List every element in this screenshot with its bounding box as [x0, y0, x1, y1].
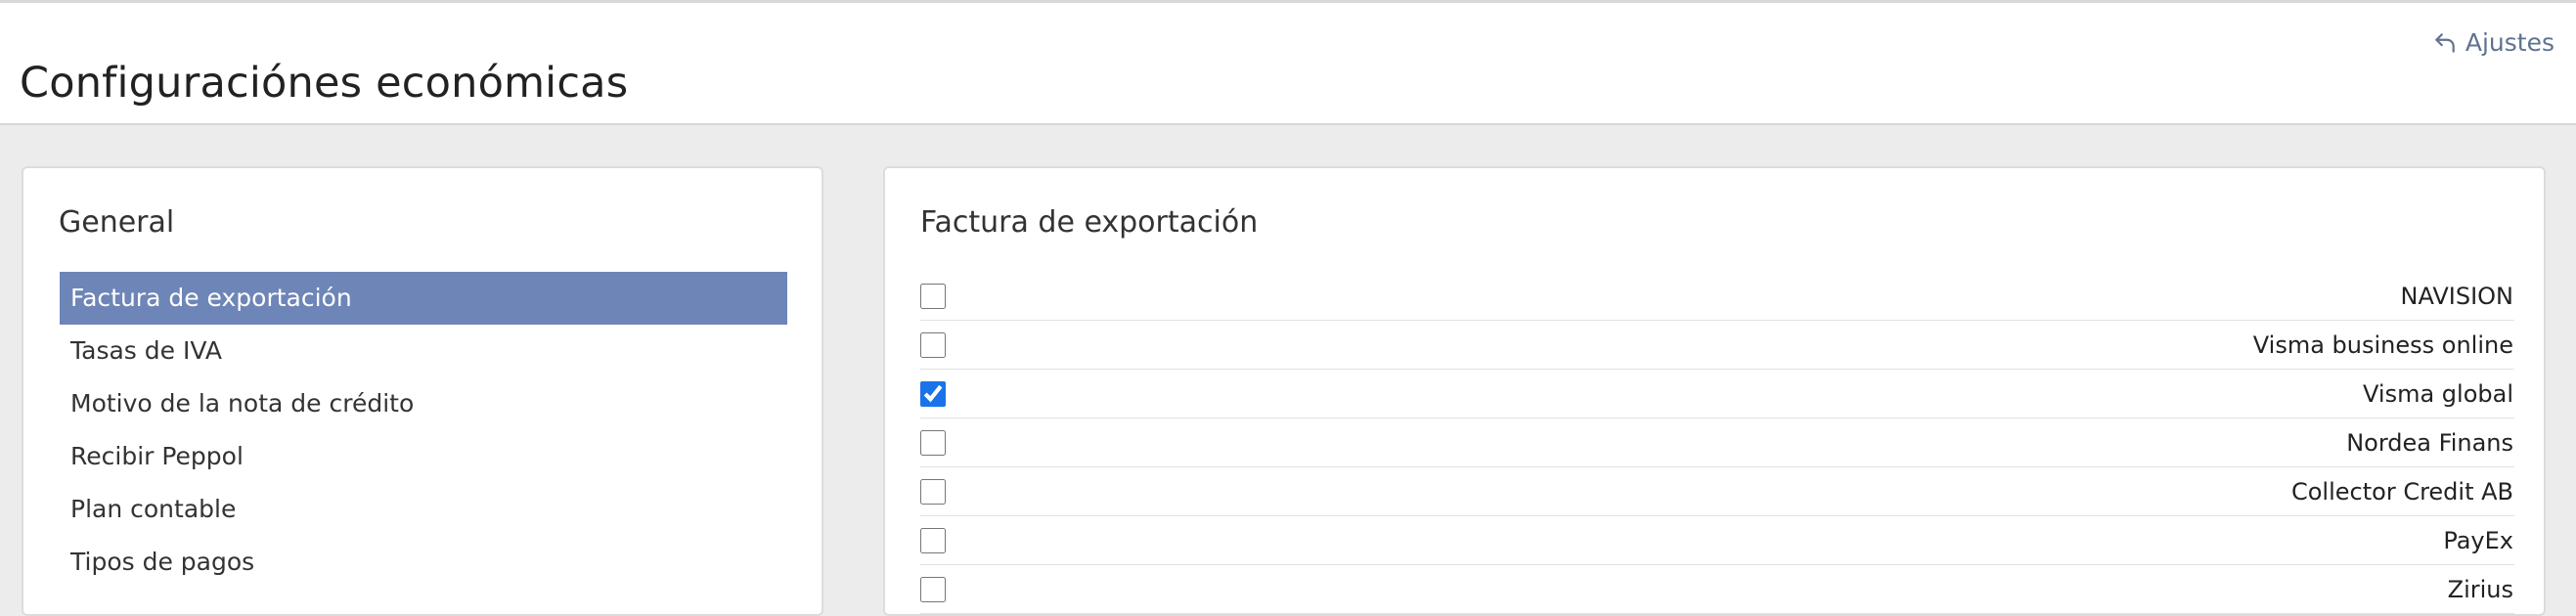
- option-label: Visma global: [2363, 379, 2513, 408]
- option-label: Zirius: [2447, 575, 2513, 603]
- page-header: Configuraciónes económicas Ajustes: [0, 0, 2576, 125]
- option-checkbox[interactable]: [920, 527, 946, 553]
- option-label: Nordea Finans: [2346, 428, 2513, 457]
- general-heading: General: [59, 205, 175, 240]
- page-title: Configuraciónes económicas: [20, 58, 629, 108]
- option-label: NAVISION: [2400, 282, 2514, 310]
- general-panel: General Factura de exportación Tasas de …: [22, 166, 823, 616]
- option-checkbox[interactable]: [920, 478, 946, 505]
- option-checkbox[interactable]: [920, 380, 946, 407]
- option-label: Collector Credit AB: [2290, 477, 2513, 506]
- menu-item-receive-peppol[interactable]: Recibir Peppol: [60, 430, 787, 483]
- menu-item-chart-of-accounts[interactable]: Plan contable: [60, 483, 787, 536]
- option-checkbox[interactable]: [920, 331, 946, 358]
- option-label: PayEx: [2443, 526, 2513, 554]
- option-row: Zirius: [920, 565, 2514, 614]
- undo-arrow-icon: [2435, 32, 2455, 53]
- export-invoice-panel: Factura de exportación NAVISION Visma bu…: [883, 166, 2546, 616]
- option-checkbox[interactable]: [920, 283, 946, 309]
- settings-link[interactable]: Ajustes: [2432, 28, 2554, 57]
- option-checkbox[interactable]: [920, 576, 946, 602]
- option-row: NAVISION: [920, 272, 2514, 321]
- settings-link-label: Ajustes: [2465, 28, 2554, 57]
- option-row: Visma global: [920, 370, 2514, 418]
- general-menu: Factura de exportación Tasas de IVA Moti…: [60, 272, 787, 589]
- menu-item-vat-rates[interactable]: Tasas de IVA: [60, 325, 787, 377]
- option-label: Visma business online: [2252, 330, 2513, 359]
- option-checkbox[interactable]: [920, 429, 946, 456]
- option-row: Nordea Finans: [920, 418, 2514, 467]
- option-row: Visma business online: [920, 321, 2514, 370]
- export-invoice-heading: Factura de exportación: [920, 205, 1259, 240]
- menu-item-payment-types[interactable]: Tipos de pagos: [60, 536, 787, 589]
- option-row: PayEx: [920, 516, 2514, 565]
- menu-item-export-invoice[interactable]: Factura de exportación: [60, 272, 787, 325]
- menu-item-credit-note-reason[interactable]: Motivo de la nota de crédito: [60, 377, 787, 430]
- export-options-list: NAVISION Visma business online Visma glo…: [920, 272, 2514, 614]
- option-row: Collector Credit AB: [920, 467, 2514, 516]
